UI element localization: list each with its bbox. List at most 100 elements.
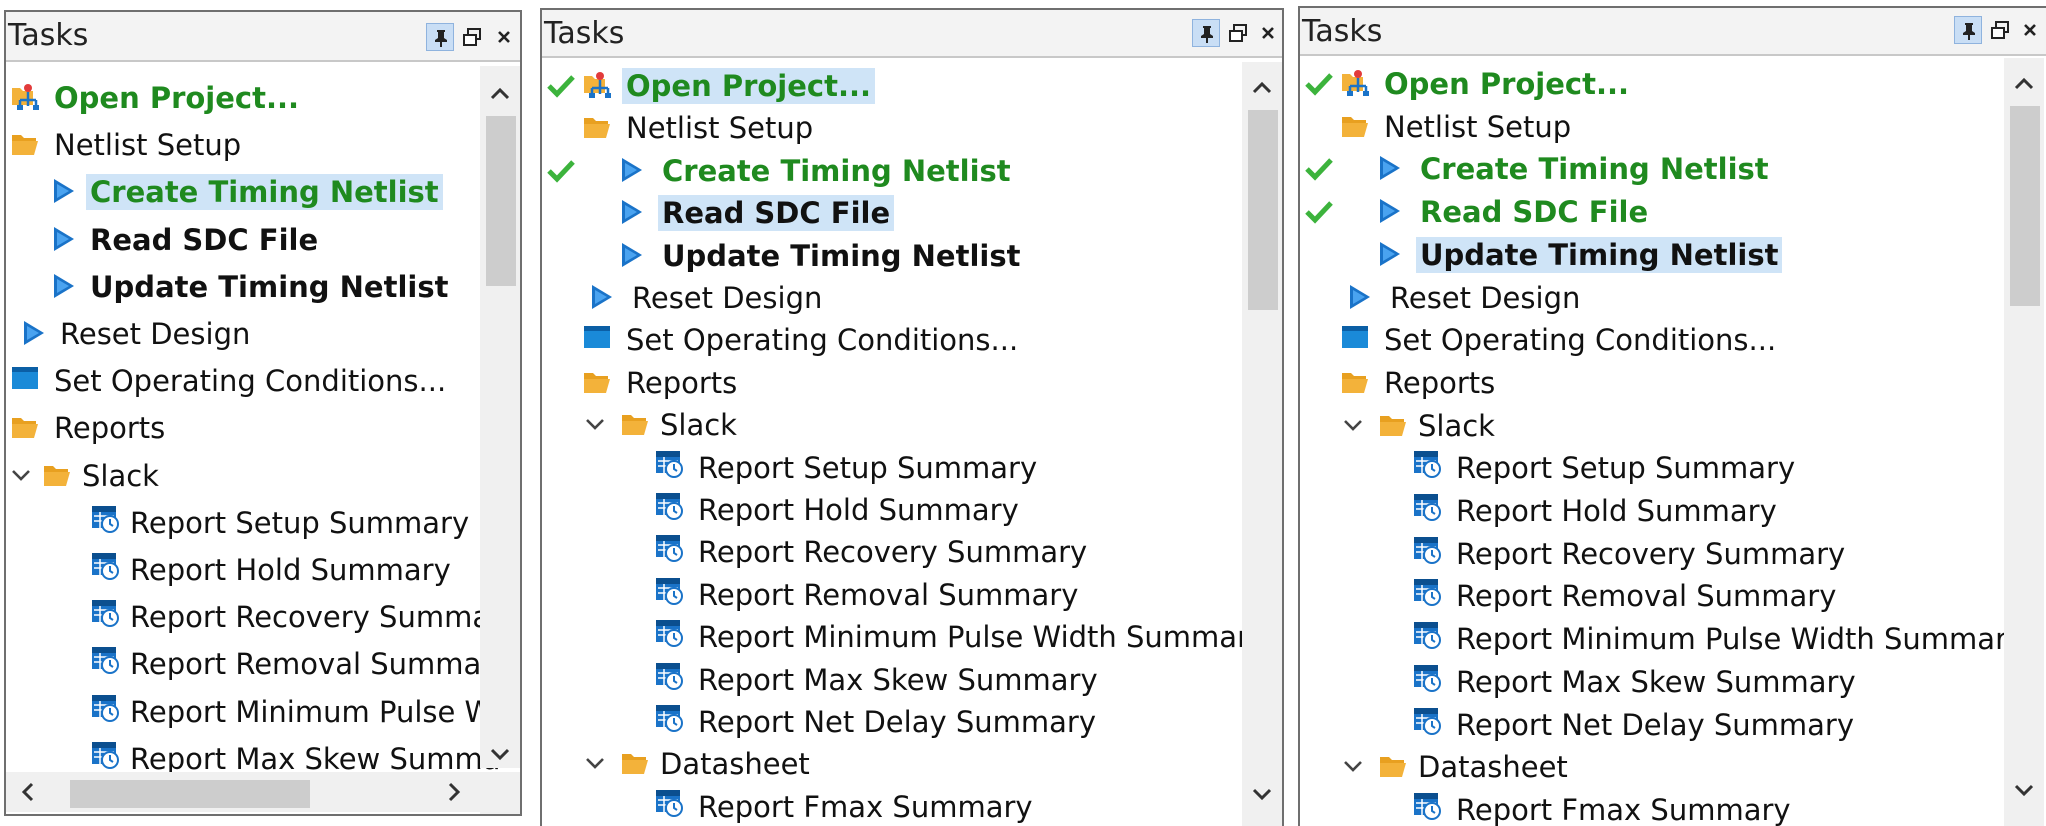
tree-item[interactable]: Report Recovery Summary: [1300, 532, 2000, 576]
pin-button[interactable]: [426, 23, 454, 51]
checkmark-icon: [1305, 201, 1333, 224]
scroll-down-icon: [2014, 784, 2034, 797]
tree-item[interactable]: Create Timing Netlist: [1300, 147, 2000, 191]
tree-item[interactable]: Reset Design: [542, 276, 1242, 320]
tasks-panel-3: Tasks Open Project... Netlist Setup Create…: [1298, 6, 2046, 826]
pin-button[interactable]: [1954, 16, 1982, 44]
tree-item[interactable]: Netlist Setup: [6, 123, 520, 167]
chevron-down-icon[interactable]: [584, 413, 606, 435]
tree-item[interactable]: Report Fmax Summary: [542, 785, 1242, 826]
tree-item[interactable]: Reset Design: [6, 312, 520, 356]
tree-item[interactable]: Read SDC File: [6, 218, 520, 262]
folder-open-icon: [12, 135, 38, 156]
tree-item-label: Report Minimum Pulse Width Summary: [1456, 622, 2025, 657]
close-button[interactable]: [1254, 19, 1282, 47]
conditions-window-icon: [1342, 326, 1368, 349]
tree-item[interactable]: Set Operating Conditions...: [542, 318, 1242, 362]
scrollbar-thumb[interactable]: [2010, 106, 2040, 306]
tasks-panel-1: Tasks Open Project... Netlist Setup Create…: [4, 10, 522, 816]
chevron-down-icon[interactable]: [10, 464, 32, 486]
tree-item-label: Set Operating Conditions...: [1384, 323, 1777, 358]
tree-item[interactable]: Open Project...: [6, 76, 520, 120]
tree-item[interactable]: Report Setup Summary: [6, 501, 520, 545]
tree-item[interactable]: Report Net Delay Summary: [542, 700, 1242, 744]
tree-item[interactable]: Read SDC File: [1300, 190, 2000, 234]
folder-open-icon: [622, 415, 648, 436]
tree-item-label: Report Recovery Summary: [1456, 536, 1846, 571]
tree-item[interactable]: Set Operating Conditions...: [1300, 318, 2000, 362]
tree-item[interactable]: Reset Design: [1300, 276, 2000, 320]
tree-item[interactable]: Netlist Setup: [1300, 105, 2000, 149]
chevron-down-icon[interactable]: [584, 752, 606, 774]
report-clock-icon: [656, 535, 683, 563]
float-window-button[interactable]: [1224, 19, 1252, 47]
tree-item[interactable]: Report Hold Summary: [6, 548, 520, 592]
tree-item[interactable]: Update Timing Netlist: [1300, 233, 2000, 277]
report-clock-icon: [1414, 707, 1441, 735]
tree-item[interactable]: Datasheet: [542, 742, 1242, 786]
tree-item[interactable]: Datasheet: [1300, 745, 2000, 789]
tree-item-label: Report Removal Summar: [130, 647, 494, 682]
close-button[interactable]: [490, 23, 518, 51]
tree-item[interactable]: Report Hold Summary: [542, 488, 1242, 532]
close-button[interactable]: [2016, 16, 2044, 44]
tree-item-label: Reset Design: [1390, 280, 1581, 315]
float-window-button[interactable]: [1986, 16, 2014, 44]
tree-item[interactable]: Report Max Skew Summary: [542, 658, 1242, 702]
tree-item[interactable]: Netlist Setup: [542, 106, 1242, 150]
chevron-down-icon[interactable]: [1342, 755, 1364, 777]
tree-item[interactable]: Read SDC File: [542, 191, 1242, 235]
tree-item[interactable]: Report Removal Summary: [1300, 574, 2000, 618]
vertical-scrollbar[interactable]: [1242, 62, 1282, 826]
float-window-button[interactable]: [458, 23, 486, 51]
tree-item[interactable]: Report Setup Summary: [1300, 446, 2000, 490]
scroll-down-icon: [1252, 788, 1272, 801]
project-network-icon: [584, 72, 611, 98]
tree-item[interactable]: Report Max Skew Summary: [1300, 660, 2000, 704]
tree-item[interactable]: Slack: [1300, 404, 2000, 448]
tree-item[interactable]: Open Project...: [1300, 62, 2000, 106]
scrollbar-thumb[interactable]: [1248, 110, 1278, 310]
tree-item[interactable]: Report Recovery Summa: [6, 595, 520, 639]
tree-item[interactable]: Slack: [6, 454, 520, 498]
vertical-scrollbar[interactable]: [2004, 58, 2044, 826]
tree-item[interactable]: Report Hold Summary: [1300, 489, 2000, 533]
tree-item[interactable]: Report Recovery Summary: [542, 530, 1242, 574]
scroll-up-icon: [2014, 77, 2034, 90]
tree-item-label: Report Setup Summary: [1456, 451, 1796, 486]
tree-item-label: Reports: [54, 411, 166, 446]
scrollbar-thumb[interactable]: [70, 780, 310, 808]
tree-item[interactable]: Update Timing Netlist: [542, 234, 1242, 278]
tree-item[interactable]: Slack: [542, 403, 1242, 447]
tree-item-label: Report Net Delay Summary: [698, 705, 1096, 739]
chevron-down-icon[interactable]: [1342, 414, 1364, 436]
vertical-scrollbar[interactable]: [480, 66, 520, 768]
tree-item-label: Reset Design: [60, 317, 251, 351]
tree-item[interactable]: Report Setup Summary: [542, 446, 1242, 490]
pin-button[interactable]: [1192, 19, 1220, 47]
tree-item[interactable]: Reports: [542, 361, 1242, 405]
tree-item[interactable]: Report Removal Summary: [542, 573, 1242, 617]
tree-item-label: Read SDC File: [658, 195, 895, 232]
tree-item[interactable]: Report Minimum Pulse Width Summary: [542, 615, 1266, 659]
play-triangle-icon: [54, 179, 74, 204]
scrollbar-thumb[interactable]: [486, 116, 516, 286]
tree-item[interactable]: Report Minimum Pulse Width Summary: [1300, 617, 2024, 661]
tree-item[interactable]: Open Project...: [542, 64, 1242, 108]
tree-item[interactable]: Report Fmax Summary: [1300, 788, 2000, 826]
tree-item[interactable]: Update Timing Netlist: [6, 265, 520, 309]
tree-item[interactable]: Report Removal Summar: [6, 642, 520, 686]
tree-item-label: Report Recovery Summa: [130, 600, 491, 635]
tree-item[interactable]: Reports: [1300, 361, 2000, 405]
tree-item[interactable]: Create Timing Netlist: [6, 170, 520, 214]
scroll-up-icon: [490, 87, 510, 100]
tasks-panel-2: Tasks Open Project... Netlist Setup Create…: [540, 8, 1284, 826]
tree-item[interactable]: Reports: [6, 406, 520, 450]
tree-item-label: Set Operating Conditions...: [626, 323, 1019, 358]
horizontal-scrollbar[interactable]: [6, 772, 480, 812]
tree-item[interactable]: Create Timing Netlist: [542, 149, 1242, 193]
tree-item[interactable]: Set Operating Conditions...: [6, 359, 520, 403]
tree-item[interactable]: Report Net Delay Summary: [1300, 703, 2000, 747]
tree-item[interactable]: Report Minimum Pulse W: [6, 690, 520, 734]
panel-title: Tasks: [8, 18, 89, 53]
